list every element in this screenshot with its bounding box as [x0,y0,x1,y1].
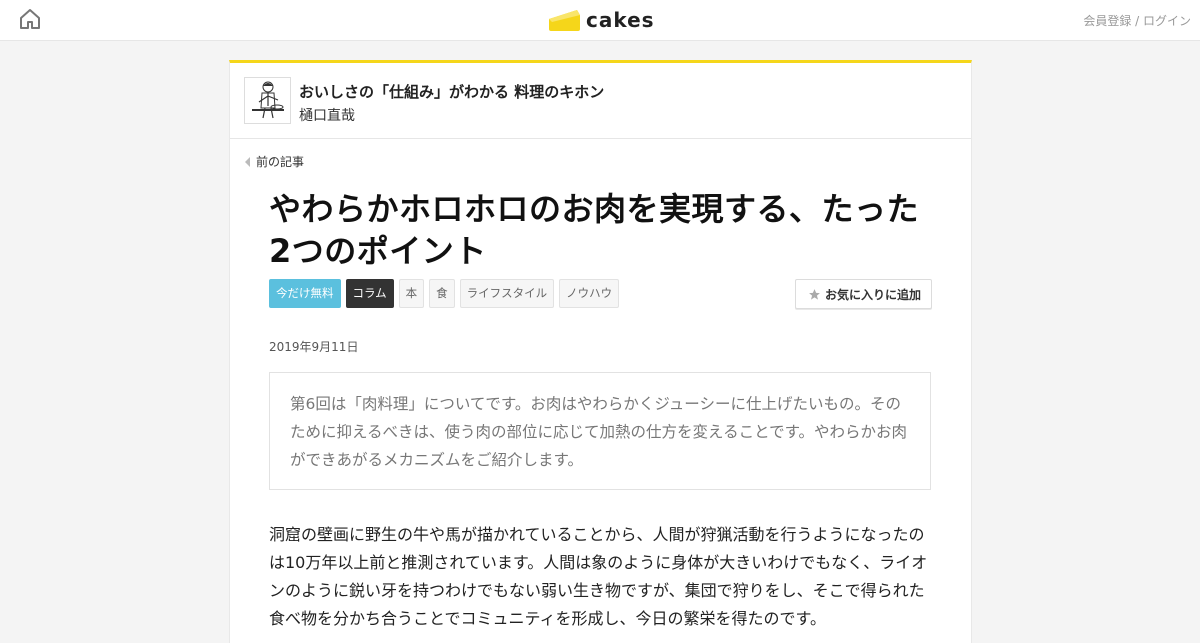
series-thumbnail[interactable] [244,77,291,124]
tag-lifestyle[interactable]: ライフスタイル [459,279,555,308]
add-favorite-button[interactable]: お気に入りに追加 [794,279,932,309]
site-logo[interactable]: cakes [548,6,655,34]
tag-knowhow[interactable]: ノウハウ [559,279,620,308]
logo-text: cakes [586,8,655,32]
home-icon[interactable] [19,8,41,30]
star-icon [809,288,820,300]
prev-article-link[interactable]: 前の記事 [245,153,304,170]
series-header: おいしさの「仕組み」がわかる 料理のキホン 樋口直哉 [230,63,971,139]
series-author[interactable]: 樋口直哉 [299,105,355,125]
prev-article-label: 前の記事 [256,155,305,169]
tag-food[interactable]: 食 [429,279,455,308]
article-title: やわらかホロホロのお肉を実現する、たった2つのポイント [269,190,920,270]
article-body: 洞窟の壁画に野生の牛や馬が描かれていることから、人間が狩猟活動を行うようになった… [269,521,933,633]
lead-text: 第6回は「肉料理」についてです。お肉はやわらかくジューシーに仕上げたいもの。その… [290,395,908,469]
tag-book[interactable]: 本 [398,279,425,308]
tag-free[interactable]: 今だけ無料 [269,279,341,308]
series-title[interactable]: おいしさの「仕組み」がわかる 料理のキホン [299,81,604,102]
signup-login-link[interactable]: 会員登録 / ログイン [1083,14,1191,28]
caret-left-icon [245,156,250,167]
body-paragraph: 洞窟の壁画に野生の牛や馬が描かれていることから、人間が狩猟活動を行うようになった… [269,525,928,628]
cake-slice-icon [549,10,580,31]
tag-list: 今だけ無料 コラム 本 食 ライフスタイル ノウハウ [269,279,620,308]
tag-column[interactable]: コラム [345,279,394,308]
lead-box: 第6回は「肉料理」についてです。お肉はやわらかくジューシーに仕上げたいもの。その… [269,372,931,490]
publish-date: 2019年9月11日 [269,340,359,354]
chef-illustration-icon [252,81,284,119]
article-card: おいしさの「仕組み」がわかる 料理のキホン 樋口直哉 前の記事 やわらかホロホロ… [229,60,972,643]
auth-links: 会員登録 / ログイン [1083,12,1191,29]
top-bar: cakes 会員登録 / ログイン [0,0,1200,41]
add-favorite-label: お気に入りに追加 [824,287,921,302]
